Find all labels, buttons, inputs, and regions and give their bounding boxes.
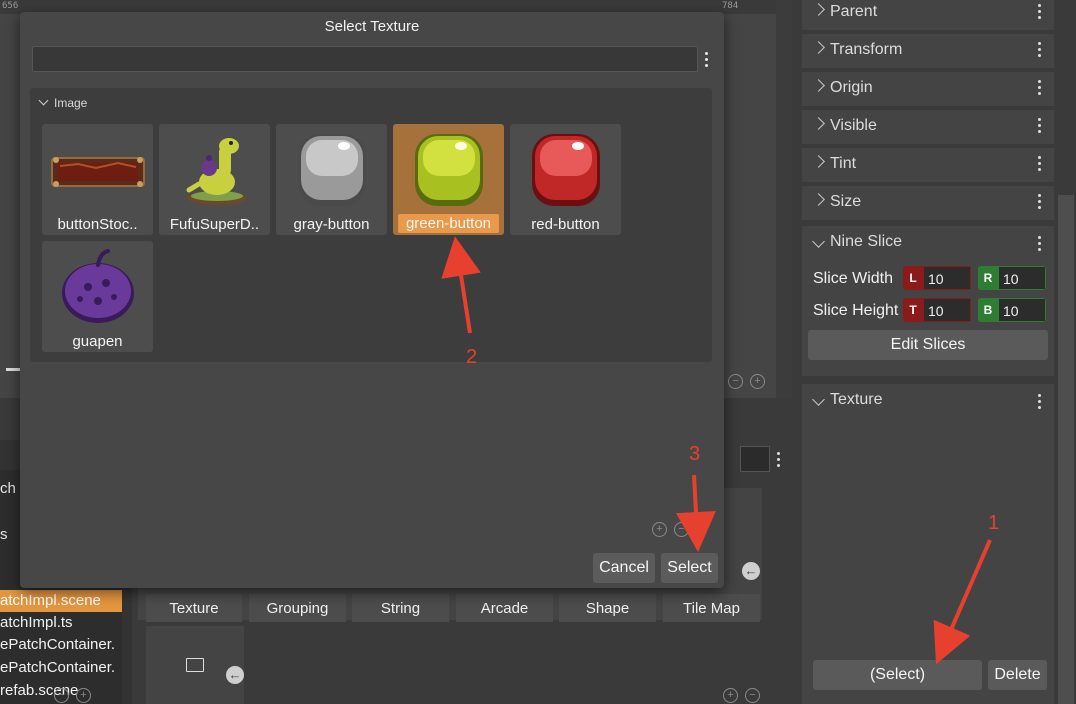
arrow-1: [933, 539, 992, 665]
arrow-3: [675, 474, 716, 552]
arrow-2: [441, 236, 481, 334]
annotation-arrows: [441, 236, 992, 665]
annotation-step-1: 1: [988, 512, 1000, 534]
annotation-step-3: 3: [689, 443, 701, 465]
annotation-step-2: 2: [466, 346, 478, 368]
